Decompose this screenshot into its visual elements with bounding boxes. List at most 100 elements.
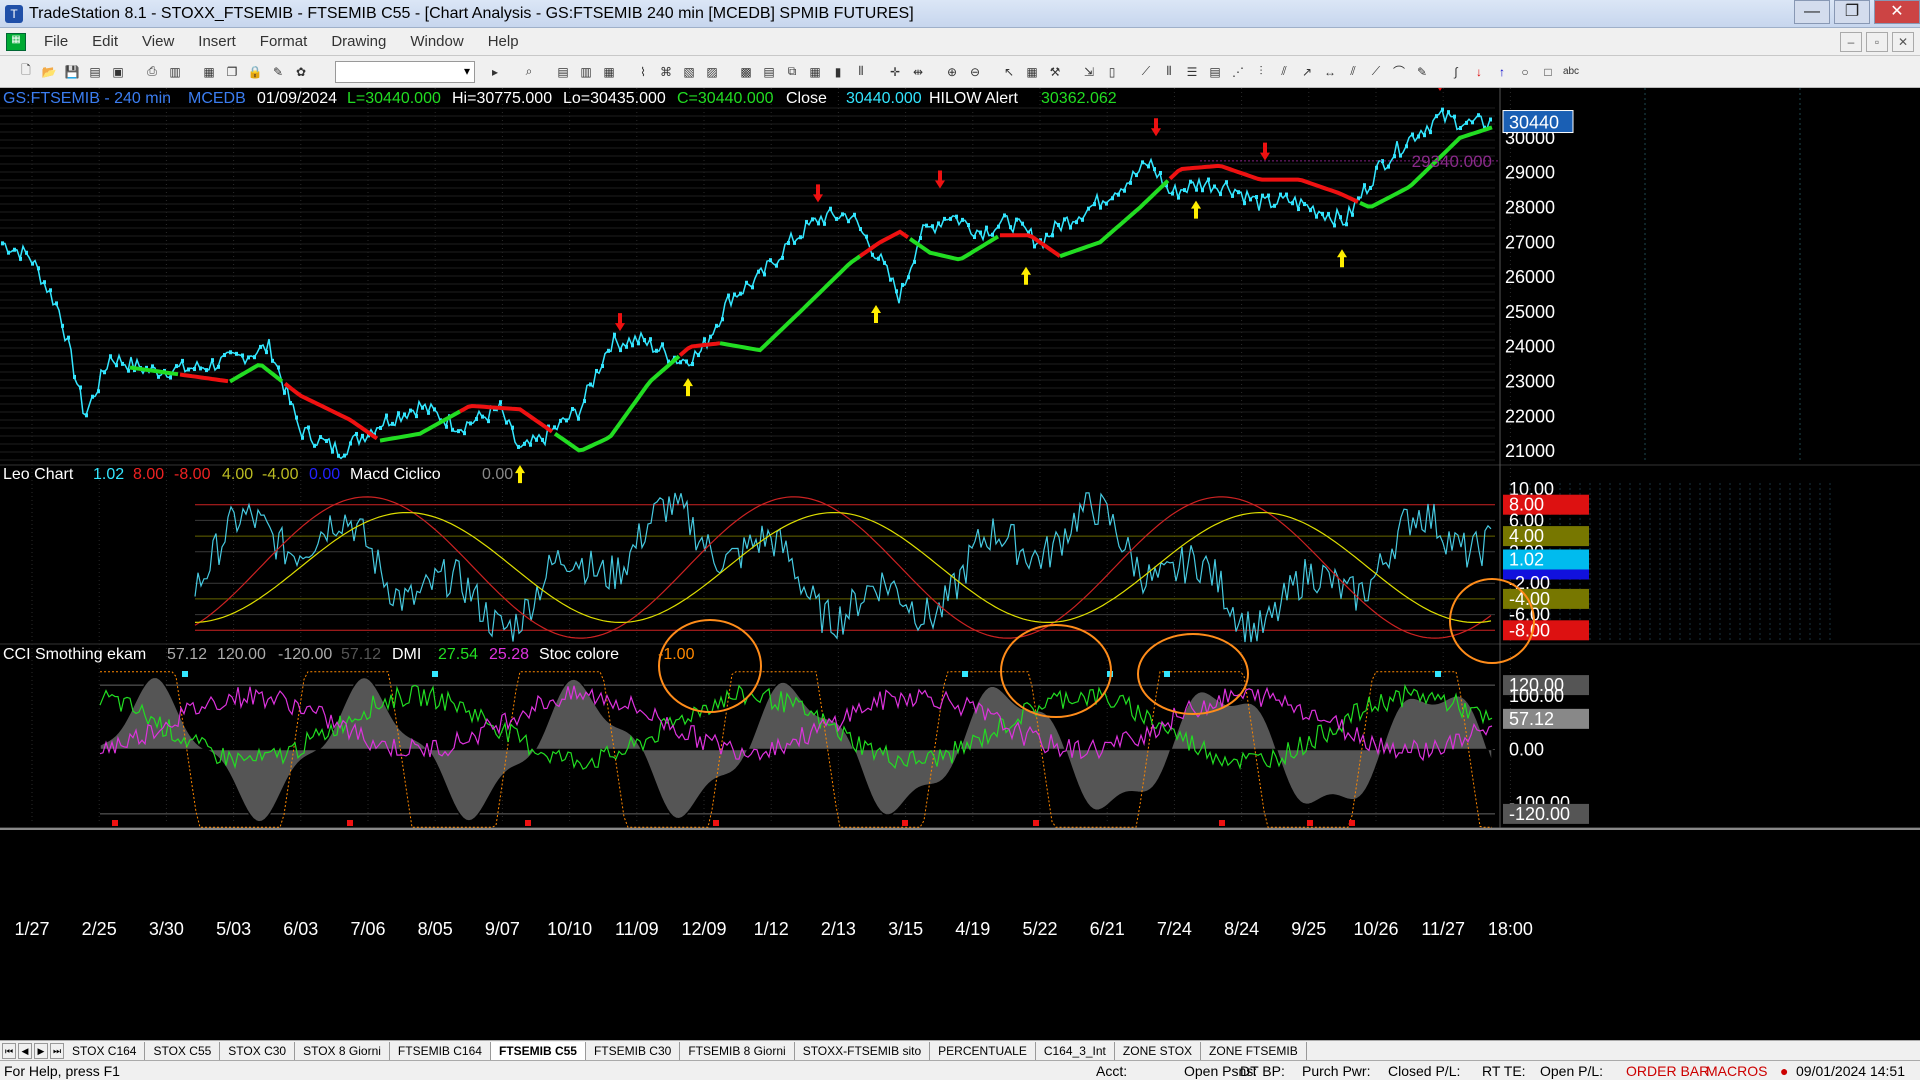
bar-1-icon[interactable]: ⧉ bbox=[782, 62, 802, 82]
trendline-icon[interactable]: ⟋ bbox=[1136, 62, 1156, 82]
workspace-tab[interactable]: STOX C55 bbox=[145, 1041, 221, 1060]
menu-drawing[interactable]: Drawing bbox=[319, 33, 398, 50]
status-closed-pl: Closed P/L: bbox=[1388, 1063, 1461, 1079]
chart-4-icon[interactable]: ▨ bbox=[702, 62, 722, 82]
cci-signal-dot bbox=[347, 820, 353, 826]
print-icon[interactable]: ⎙ bbox=[142, 62, 162, 82]
bar-2-icon[interactable]: ▦ bbox=[805, 62, 825, 82]
status-macros[interactable]: MACROS bbox=[1706, 1063, 1767, 1079]
save-icon[interactable]: 💾 bbox=[62, 62, 82, 82]
mdi-minimize-button[interactable]: – bbox=[1840, 31, 1862, 52]
mdi-restore-button[interactable]: ▫ bbox=[1866, 31, 1888, 52]
vlines-icon[interactable]: ⦀ bbox=[1159, 62, 1179, 82]
format-2-icon[interactable]: ▥ bbox=[576, 62, 596, 82]
curve-icon[interactable]: ∫ bbox=[1446, 62, 1466, 82]
tab-prev-button[interactable]: ◀ bbox=[18, 1042, 32, 1059]
workspace-tab[interactable]: ZONE FTSEMIB bbox=[1201, 1041, 1307, 1060]
menu-window[interactable]: Window bbox=[398, 33, 475, 50]
menu-file[interactable]: File bbox=[32, 33, 80, 50]
hlines-icon[interactable]: ☰ bbox=[1182, 62, 1202, 82]
price-axis-tick: 27000 bbox=[1505, 232, 1555, 252]
price-bar bbox=[271, 358, 274, 363]
price-bar bbox=[889, 277, 892, 282]
new-doc-icon[interactable]: 🗋 bbox=[16, 62, 36, 82]
mdi-close-button[interactable]: ✕ bbox=[1892, 31, 1914, 52]
chart-canvas[interactable]: 29340.0003000029000280002700026000250002… bbox=[0, 73, 1920, 1040]
window-cascade-icon[interactable]: ❐ bbox=[222, 62, 242, 82]
format-3-icon[interactable]: ▦ bbox=[599, 62, 619, 82]
menu-format[interactable]: Format bbox=[248, 33, 320, 50]
menu-help[interactable]: Help bbox=[476, 33, 531, 50]
paint-icon[interactable]: ✎ bbox=[268, 62, 288, 82]
chart-1-icon[interactable]: ⌇ bbox=[633, 62, 653, 82]
workspace-tab[interactable]: PERCENTUALE bbox=[930, 1041, 1036, 1060]
ray-icon[interactable]: ↗ bbox=[1297, 62, 1317, 82]
fib-time-icon[interactable]: ⫶ bbox=[1251, 62, 1271, 82]
export-2-icon[interactable]: ▯ bbox=[1102, 62, 1122, 82]
workspace-tab[interactable]: STOX 8 Giorni bbox=[295, 1041, 390, 1060]
chart-3-icon[interactable]: ▧ bbox=[679, 62, 699, 82]
time-axis-tick: 7/06 bbox=[350, 919, 385, 939]
workspace-tab[interactable]: STOX C164 bbox=[64, 1041, 146, 1060]
lock-icon[interactable]: 🔒 bbox=[245, 62, 265, 82]
open-folder-icon[interactable]: ▣ bbox=[108, 62, 128, 82]
workspace-tab[interactable]: ZONE STOX bbox=[1115, 1041, 1202, 1060]
status-order-bar[interactable]: ORDER BAR bbox=[1626, 1063, 1709, 1079]
tab-last-button[interactable]: ⏭ bbox=[50, 1042, 64, 1059]
pointer-icon[interactable]: ↖ bbox=[999, 62, 1019, 82]
minimize-button[interactable]: — bbox=[1794, 0, 1830, 24]
objects-icon[interactable]: ✿ bbox=[291, 62, 311, 82]
workspace-tab[interactable]: STOX C30 bbox=[220, 1041, 296, 1060]
zoom-in-icon[interactable]: ⊕ bbox=[942, 62, 962, 82]
bar-4-icon[interactable]: ⫴ bbox=[851, 62, 871, 82]
data-window-icon[interactable]: ▦ bbox=[1022, 62, 1042, 82]
grid-2-icon[interactable]: ▤ bbox=[759, 62, 779, 82]
workspace-tab[interactable]: FTSEMIB C30 bbox=[586, 1041, 681, 1060]
export-icon[interactable]: ⇲ bbox=[1079, 62, 1099, 82]
ellipse-icon[interactable]: ○ bbox=[1515, 62, 1535, 82]
tab-next-button[interactable]: ▶ bbox=[34, 1042, 48, 1059]
text-icon[interactable]: abc bbox=[1561, 62, 1581, 82]
bars-icon[interactable]: ⇹ bbox=[908, 62, 928, 82]
arrow-right-icon[interactable]: ▸ bbox=[485, 62, 505, 82]
bar-3-icon[interactable]: ▮ bbox=[828, 62, 848, 82]
rectangle-icon[interactable]: □ bbox=[1538, 62, 1558, 82]
print-preview-icon[interactable]: ▥ bbox=[165, 62, 185, 82]
tools-icon[interactable]: ⚒ bbox=[1045, 62, 1065, 82]
workspace-tab[interactable]: FTSEMIB 8 Giorni bbox=[680, 1041, 795, 1060]
arrow-down-red-icon[interactable]: ↓ bbox=[1469, 62, 1489, 82]
save-all-icon[interactable]: ▤ bbox=[85, 62, 105, 82]
zoom-out-icon[interactable]: ⊖ bbox=[965, 62, 985, 82]
menu-view[interactable]: View bbox=[130, 33, 186, 50]
price-bar bbox=[871, 252, 874, 257]
menu-insert[interactable]: Insert bbox=[186, 33, 248, 50]
chart-2-icon[interactable]: ⌘ bbox=[656, 62, 676, 82]
crosshair-icon[interactable]: ✛ bbox=[885, 62, 905, 82]
extend-icon[interactable]: ↔ bbox=[1320, 62, 1340, 82]
chart-analysis-window[interactable]: 29340.000 30000 29000 28000 27000 26000 25000 2… bbox=[0, 73, 1920, 1040]
arrow-up-blue-icon[interactable]: ↑ bbox=[1492, 62, 1512, 82]
open-icon[interactable]: 📂 bbox=[39, 62, 59, 82]
menu-edit[interactable]: Edit bbox=[80, 33, 130, 50]
workspace-tab[interactable]: STOXX-FTSEMIB sito bbox=[795, 1041, 931, 1060]
price-bar bbox=[265, 350, 268, 355]
workspace-tab[interactable]: C164_3_Int bbox=[1036, 1041, 1115, 1060]
window-tile-icon[interactable]: ▦ bbox=[199, 62, 219, 82]
channel-icon[interactable]: ⫽ bbox=[1274, 62, 1294, 82]
pen-icon[interactable]: ✎ bbox=[1412, 62, 1432, 82]
format-1-icon[interactable]: ▤ bbox=[553, 62, 573, 82]
grid-1-icon[interactable]: ▩ bbox=[736, 62, 756, 82]
arc-icon[interactable]: ⌒ bbox=[1389, 62, 1409, 82]
speed-icon[interactable]: ⟋ bbox=[1366, 62, 1386, 82]
retrace-icon[interactable]: ▤ bbox=[1205, 62, 1225, 82]
find-icon[interactable]: ⌕ bbox=[519, 62, 539, 82]
tab-first-button[interactable]: ⏮ bbox=[2, 1042, 16, 1059]
symbol-dropdown[interactable] bbox=[335, 60, 475, 83]
close-button[interactable]: ✕ bbox=[1874, 0, 1920, 24]
workspace-tab[interactable]: FTSEMIB C55 bbox=[490, 1041, 586, 1060]
chart-doc-icon[interactable]: ▦ bbox=[6, 32, 26, 51]
workspace-tab[interactable]: FTSEMIB C164 bbox=[390, 1041, 491, 1060]
parallel-icon[interactable]: ⫽ bbox=[1343, 62, 1363, 82]
fan-icon[interactable]: ⋰ bbox=[1228, 62, 1248, 82]
maximize-button[interactable]: ❐ bbox=[1834, 0, 1870, 24]
